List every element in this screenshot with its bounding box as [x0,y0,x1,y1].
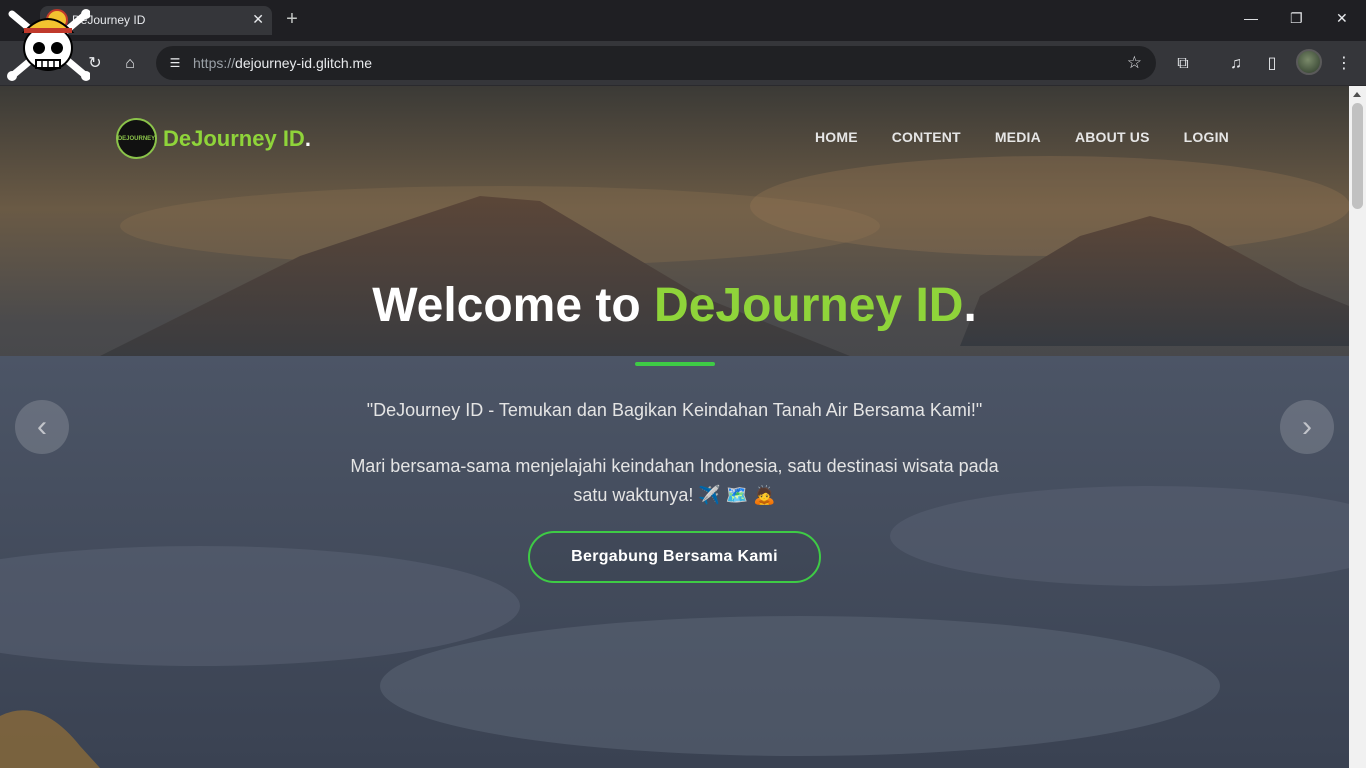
scrollbar-thumb[interactable] [1352,103,1363,209]
nav-media[interactable]: MEDIA [995,129,1041,145]
nav-home[interactable]: HOME [815,129,858,145]
main-nav: HOME CONTENT MEDIA ABOUT US LOGIN [815,129,1229,145]
url-text[interactable]: https://dejourney-id.glitch.me [193,55,372,71]
plus-icon[interactable]: + [280,8,304,32]
profile-avatar[interactable] [1296,49,1322,75]
chevron-left-icon[interactable]: ‹ [15,400,69,454]
hero-background-image [0,86,1349,768]
site-brand[interactable]: DEJOURNEY DeJourney ID. [116,118,311,159]
chevron-right-icon[interactable]: › [1280,400,1334,454]
restore-icon[interactable]: ❐ [1290,10,1303,27]
hero-divider [635,362,715,366]
nav-login[interactable]: LOGIN [1184,129,1229,145]
brand-logo: DEJOURNEY [116,118,157,159]
page-viewport: DEJOURNEY DeJourney ID. HOME CONTENT MED… [0,86,1349,768]
page-scrollbar[interactable] [1349,86,1366,768]
address-bar[interactable]: ☰ https://dejourney-id.glitch.me ☆ [156,46,1156,80]
star-icon[interactable]: ☆ [1127,53,1142,73]
hero-quote: "DeJourney ID - Temukan dan Bagikan Kein… [366,400,983,420]
browser-toolbar: ↻ ⌂ ☰ https://dejourney-id.glitch.me ☆ ⧉… [0,41,1366,86]
hero-title-suffix: . [963,279,977,332]
tune-icon[interactable]: ☰ [166,54,184,72]
minimize-icon[interactable]: — [1244,10,1258,26]
brand-dot: . [304,125,311,151]
join-us-button[interactable]: Bergabung Bersama Kami [528,531,821,583]
hero-title-accent: DeJourney ID [654,279,964,332]
brand-name: DeJourney ID [163,125,305,151]
hero-description: Mari bersama-sama menjelajahi keindahan … [350,456,999,505]
home-icon[interactable]: ⌂ [119,53,141,75]
close-window-icon[interactable]: ✕ [1336,10,1348,27]
hero-title: Welcome to DeJourney ID. [0,278,1349,333]
extensions-icon[interactable]: ⧉ [1172,53,1194,75]
media-controls-icon[interactable]: ♫ [1225,53,1247,75]
scroll-up-arrow-icon[interactable] [1353,92,1361,97]
url-host: dejourney-id.glitch.me [235,55,372,71]
skull-overlay-icon [7,9,90,81]
side-panel-icon[interactable]: ▯ [1261,53,1283,75]
url-protocol: https:// [193,55,236,71]
nav-content[interactable]: CONTENT [892,129,961,145]
hero-title-prefix: Welcome to [372,279,655,332]
close-icon[interactable]: ✕ [252,11,264,28]
more-icon[interactable]: ⋮ [1333,53,1355,75]
nav-about-us[interactable]: ABOUT US [1075,129,1150,145]
browser-tab-bar: ▾ DeJourney ID ✕ + — ❐ ✕ [0,0,1366,41]
